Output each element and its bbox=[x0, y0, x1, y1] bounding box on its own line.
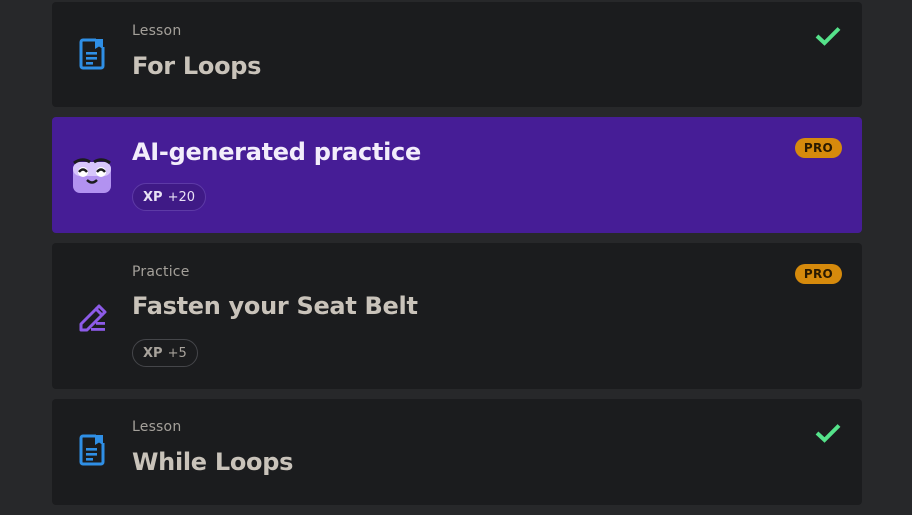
xp-value: +20 bbox=[167, 189, 195, 205]
ai-robot-icon bbox=[73, 158, 111, 193]
lesson-card-for-loops[interactable]: Lesson For Loops bbox=[52, 2, 862, 107]
xp-label: XP bbox=[143, 345, 163, 361]
item-kind: Practice bbox=[132, 264, 190, 280]
item-kind: Lesson bbox=[132, 419, 182, 435]
pro-badge: PRO bbox=[795, 138, 842, 158]
check-icon bbox=[815, 424, 841, 443]
xp-value: +5 bbox=[167, 345, 187, 361]
practice-card-fasten-your-seat-belt[interactable]: Practice Fasten your Seat Belt XP +5 PRO bbox=[52, 243, 862, 389]
lesson-card-while-loops[interactable]: Lesson While Loops bbox=[52, 399, 862, 505]
pencil-icon bbox=[79, 304, 107, 332]
xp-badge: XP +20 bbox=[132, 183, 206, 211]
item-kind: Lesson bbox=[132, 23, 182, 39]
document-icon bbox=[79, 434, 105, 466]
item-title: AI-generated practice bbox=[132, 138, 421, 166]
xp-label: XP bbox=[143, 189, 163, 205]
xp-badge: XP +5 bbox=[132, 339, 198, 367]
lesson-list: Lesson For Loops AI-generated practice X… bbox=[0, 0, 912, 515]
ai-practice-card[interactable]: AI-generated practice XP +20 PRO bbox=[52, 117, 862, 233]
document-icon bbox=[79, 38, 105, 70]
pro-badge: PRO bbox=[795, 264, 842, 284]
check-icon bbox=[815, 27, 841, 46]
item-title: Fasten your Seat Belt bbox=[132, 292, 418, 320]
item-title: For Loops bbox=[132, 52, 262, 80]
item-title: While Loops bbox=[132, 448, 294, 476]
